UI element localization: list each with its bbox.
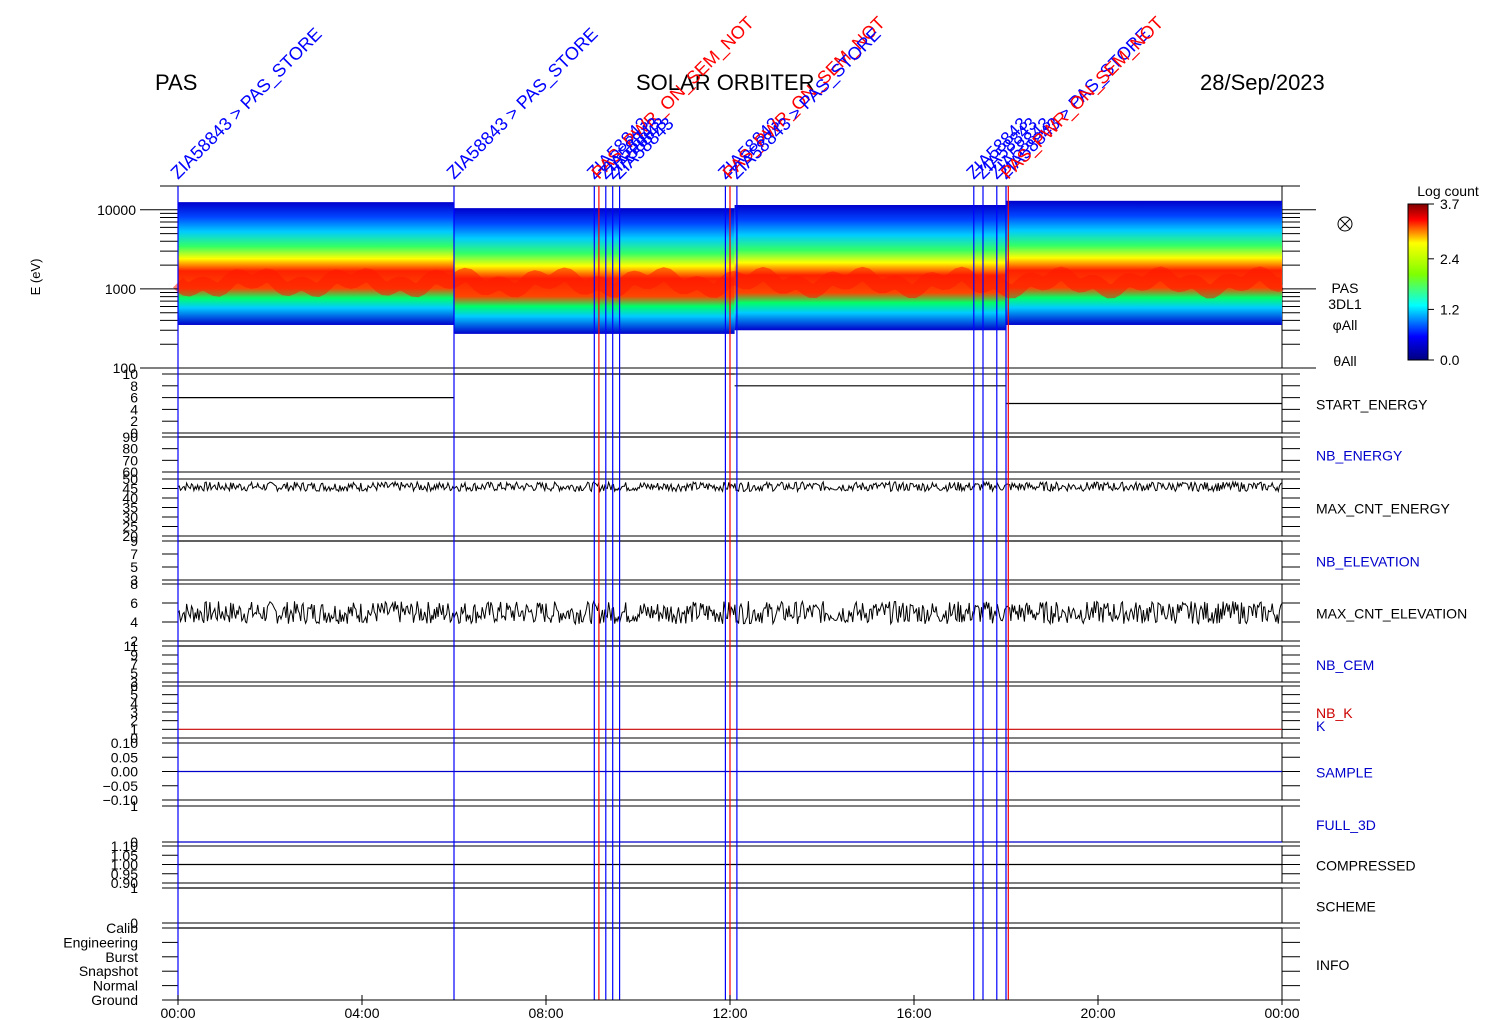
panel-tick-label: 1 [130,880,138,896]
panel-nb-elevation: 9753NB_ELEVATION [130,533,1420,588]
colorbar: Log count3.72.41.20.0 [1407,183,1479,368]
colorbar-tick-label: 2.4 [1440,251,1460,267]
time-axis-tick-label: 16:00 [896,1005,931,1020]
colorbar-tick-label: 1.2 [1440,301,1460,317]
panel-full-3d: 10FULL_3D [130,798,1376,850]
panel-max-cnt-energy: 50454035302520MAX_CNT_ENERGY [122,471,1450,544]
panel-tick-label: 6 [130,595,138,611]
chart-svg: 100001000100E (eV) PAS3DL1φAllθAll Log co… [28,13,1479,1020]
spectrogram-tick-label: 10000 [97,202,136,218]
panel-label: NB_ELEVATION [1316,554,1420,570]
panel-label: FULL_3D [1316,817,1376,833]
spectrogram-right-label: PAS [1332,280,1359,296]
panel-tick-label: 4 [130,614,138,630]
panel-label: NB_ENERGY [1316,448,1403,464]
panel-label: SAMPLE [1316,765,1373,781]
panel-label: INFO [1316,957,1350,973]
colorbar-tick-label: 3.7 [1440,196,1460,212]
time-axis-tick-label: 20:00 [1080,1005,1115,1020]
panel-nb-k: 6543210NB_K [130,678,1353,746]
time-axis-tick-label: 08:00 [528,1005,563,1020]
spectrogram-right-label: θAll [1333,353,1356,369]
panel-max-cnt-elevation: 8642MAX_CNT_ELEVATION [130,576,1467,649]
panel-scheme: 10SCHEME [130,880,1376,931]
spectrogram-segment [178,202,454,325]
spectrogram-ylabel: E (eV) [28,259,43,296]
housekeeping-panels: 1086420START_ENERGY90807060NB_ENERGY5045… [63,366,1467,1008]
panel-tick-label: Ground [91,992,138,1008]
panel-label: MAX_CNT_ENERGY [1316,501,1450,517]
panel-label-k: K [1316,718,1326,734]
panel-label: MAX_CNT_ELEVATION [1316,606,1467,622]
panel-label: START_ENERGY [1316,397,1428,413]
panel-nb-cem: 119753NB_CEM [123,638,1374,690]
event-marker-label: ZIA58843 > PAS_STORE [167,24,327,184]
spectrogram-tick-label: 1000 [105,281,136,297]
spectrogram-right-label: φAll [1333,317,1358,333]
event-marker-label: ZIA58843 > PAS_STORE [726,24,886,184]
time-axis-tick-label: 12:00 [712,1005,747,1020]
time-axis: 00:00 04:00 08:00 12:00 16:00 20:00 00:00 [160,995,1300,1020]
panel-sample: 0.100.050.00−0.05−0.10SAMPLE [103,735,1373,808]
time-axis-tick-label: 00:00 [1264,1005,1299,1020]
spectrogram-right-label: 3DL1 [1328,296,1362,312]
panel-tick-label: 8 [130,576,138,592]
panel-tick-label: 1 [130,798,138,814]
panel-label: COMPRESSED [1316,858,1416,874]
colorbar-tick-label: 0.0 [1440,352,1460,368]
panel-nb-energy: 90807060NB_ENERGY [122,429,1403,480]
event-markers: ZIA58843 > PAS_STORE ZIA58843 > PAS_STORE… [167,13,1168,1000]
colorbar-ramp [1407,203,1429,361]
event-marker-label: PAS_PWR_ON_SEM_NOT [997,13,1168,184]
spectrogram-segment [1006,200,1282,325]
panel-start-energy: 1086420START_ENERGY [122,366,1428,441]
panel-info: CalibEngineeringBurstSnapshotNormalGroun… [63,920,1349,1008]
spectrogram-panel: 100001000100E (eV) PAS3DL1φAllθAll [28,185,1362,376]
panel-label: SCHEME [1316,899,1376,915]
event-marker-label: ZIA58843 > PAS_STORE [443,24,603,184]
time-axis-tick-label: 00:00 [160,1005,195,1020]
panel-label: NB_CEM [1316,657,1374,673]
pas-quicklook-plot: PAS SOLAR ORBITER 28/Sep/2023 10000 1000… [0,0,1512,1020]
panel-compressed: 1.101.051.000.950.90COMPRESSED [111,838,1416,891]
time-axis-tick-label: 04:00 [344,1005,379,1020]
